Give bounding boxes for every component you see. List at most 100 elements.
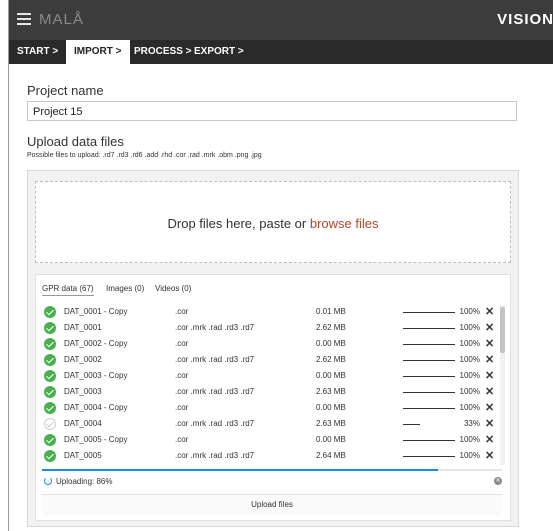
- file-progress-bar: [403, 423, 455, 425]
- close-icon[interactable]: ✕: [485, 433, 494, 447]
- table-row: DAT_0002 - Copy .cor 0.00 MB 100% ✕: [42, 337, 498, 351]
- tab-videos[interactable]: Videos (0): [155, 284, 191, 293]
- file-extensions: .cor: [175, 307, 189, 316]
- file-extensions: .cor: [175, 339, 189, 348]
- file-name: DAT_0004: [64, 419, 102, 428]
- file-name: DAT_0004 - Copy: [64, 403, 128, 412]
- close-icon[interactable]: ✕: [485, 401, 494, 415]
- file-extensions: .cor .mrk .rad .rd3 .rd7: [175, 451, 255, 460]
- upload-area: Drop files here, paste or browse files G…: [27, 170, 519, 527]
- file-progress-bar: [403, 327, 455, 329]
- close-icon[interactable]: ✕: [485, 449, 494, 463]
- file-size: 0.00 MB: [316, 371, 346, 380]
- check-circle-icon: [44, 338, 56, 350]
- spinner-icon: [44, 477, 52, 485]
- step-process[interactable]: PROCESS >: [134, 40, 192, 64]
- app-window: MALÅ VISION START > IMPORT > PROCESS > E…: [8, 0, 553, 531]
- file-size: 2.63 MB: [316, 387, 346, 396]
- cancel-circle-icon[interactable]: ✕: [494, 477, 502, 485]
- file-name: DAT_0001: [64, 323, 102, 332]
- step-start[interactable]: START >: [17, 40, 58, 64]
- file-extensions: .cor .mrk .rad .rd3 .rd7: [175, 355, 255, 364]
- file-progress-fill: [403, 359, 455, 361]
- browse-files-link[interactable]: browse files: [310, 216, 379, 231]
- file-progress-fill: [403, 327, 455, 329]
- file-extensions: .cor: [175, 403, 189, 412]
- brand-logo: MALÅ: [39, 11, 84, 28]
- file-progress-fill: [403, 423, 421, 425]
- step-export[interactable]: EXPORT >: [194, 40, 244, 64]
- table-row: DAT_0001 - Copy .cor 0.01 MB 100% ✕: [42, 305, 498, 319]
- drop-zone-text: Drop files here, paste or browse files: [36, 216, 510, 231]
- file-progress-bar: [403, 343, 455, 345]
- file-progress-fill: [403, 375, 455, 377]
- overall-progress-bar: [42, 469, 502, 471]
- file-progress-percent: 100%: [459, 387, 480, 396]
- file-list-scrollbar[interactable]: [500, 305, 505, 465]
- tab-images[interactable]: Images (0): [106, 284, 144, 293]
- file-progress-bar: [403, 311, 455, 313]
- upload-status-text: Uploading: 86%: [56, 477, 113, 486]
- table-row: DAT_0004 - Copy .cor 0.00 MB 100% ✕: [42, 401, 498, 415]
- file-name: DAT_0003 - Copy: [64, 371, 128, 380]
- check-circle-icon: [44, 370, 56, 382]
- upload-files-button[interactable]: Upload files: [42, 494, 502, 515]
- upload-hint: Possible files to upload: .rd7 .rd3 .rd6…: [27, 152, 262, 159]
- file-progress-bar: [403, 407, 455, 409]
- file-rows: DAT_0001 - Copy .cor 0.01 MB 100% ✕ DAT_…: [42, 305, 504, 468]
- file-progress-bar: [403, 439, 455, 441]
- file-progress-fill: [403, 311, 455, 313]
- project-name-input[interactable]: Project 15: [27, 101, 517, 121]
- scrollbar-thumb[interactable]: [500, 307, 505, 353]
- table-row: DAT_0005 - Copy .cor 0.00 MB 100% ✕: [42, 433, 498, 447]
- upload-status: Uploading: 86%: [44, 477, 112, 486]
- file-size: 0.00 MB: [316, 403, 346, 412]
- check-circle-icon: [44, 386, 56, 398]
- close-icon[interactable]: ✕: [485, 385, 494, 399]
- file-progress-bar: [403, 391, 455, 393]
- drop-zone[interactable]: Drop files here, paste or browse files: [35, 181, 511, 263]
- file-extensions: .cor .mrk .rad .rd3 .rd7: [175, 323, 255, 332]
- close-icon[interactable]: ✕: [485, 305, 494, 319]
- table-row: DAT_0001 .cor .mrk .rad .rd3 .rd7 2.62 M…: [42, 321, 498, 335]
- file-extensions: .cor: [175, 371, 189, 380]
- file-size: 2.63 MB: [316, 419, 346, 428]
- table-row: DAT_0005 .cor .mrk .rad .rd3 .rd7 2.64 M…: [42, 449, 498, 463]
- check-circle-icon: [44, 402, 56, 414]
- project-name-label: Project name: [27, 83, 104, 98]
- file-size: 2.62 MB: [316, 355, 346, 364]
- check-circle-icon: [44, 450, 56, 462]
- file-progress-percent: 100%: [459, 339, 480, 348]
- check-circle-icon: [44, 322, 56, 334]
- check-circle-icon: [44, 434, 56, 446]
- file-progress-percent: 100%: [459, 435, 480, 444]
- table-row: DAT_0002 .cor .mrk .rad .rd3 .rd7 2.62 M…: [42, 353, 498, 367]
- close-icon[interactable]: ✕: [485, 417, 494, 431]
- file-progress-percent: 100%: [459, 355, 480, 364]
- step-navigation: START > IMPORT > PROCESS > EXPORT >: [9, 40, 553, 64]
- table-row: DAT_0003 .cor .mrk .rad .rd3 .rd7 2.63 M…: [42, 385, 498, 399]
- file-name: DAT_0002 - Copy: [64, 339, 128, 348]
- file-extensions: .cor: [175, 435, 189, 444]
- hamburger-icon[interactable]: [17, 13, 31, 25]
- tab-gpr-data[interactable]: GPR data (67): [42, 284, 94, 296]
- close-icon[interactable]: ✕: [485, 369, 494, 383]
- file-progress-fill: [403, 391, 455, 393]
- file-progress-bar: [403, 375, 455, 377]
- import-panel: Project name Project 15 Upload data file…: [9, 64, 553, 531]
- close-icon[interactable]: ✕: [485, 321, 494, 335]
- file-name: DAT_0005: [64, 451, 102, 460]
- overall-progress-fill: [42, 469, 438, 471]
- drop-zone-prompt: Drop files here, paste or: [167, 216, 310, 231]
- check-circle-icon: [44, 306, 56, 318]
- file-name: DAT_0001 - Copy: [64, 307, 128, 316]
- close-icon[interactable]: ✕: [485, 353, 494, 367]
- file-size: 0.01 MB: [316, 307, 346, 316]
- file-progress-percent: 100%: [459, 307, 480, 316]
- check-circle-icon: [44, 418, 56, 430]
- step-import[interactable]: IMPORT >: [66, 40, 130, 64]
- close-icon[interactable]: ✕: [485, 337, 494, 351]
- file-progress-fill: [403, 407, 455, 409]
- file-size: 0.00 MB: [316, 435, 346, 444]
- file-extensions: .cor .mrk .rad .rd3 .rd7: [175, 419, 255, 428]
